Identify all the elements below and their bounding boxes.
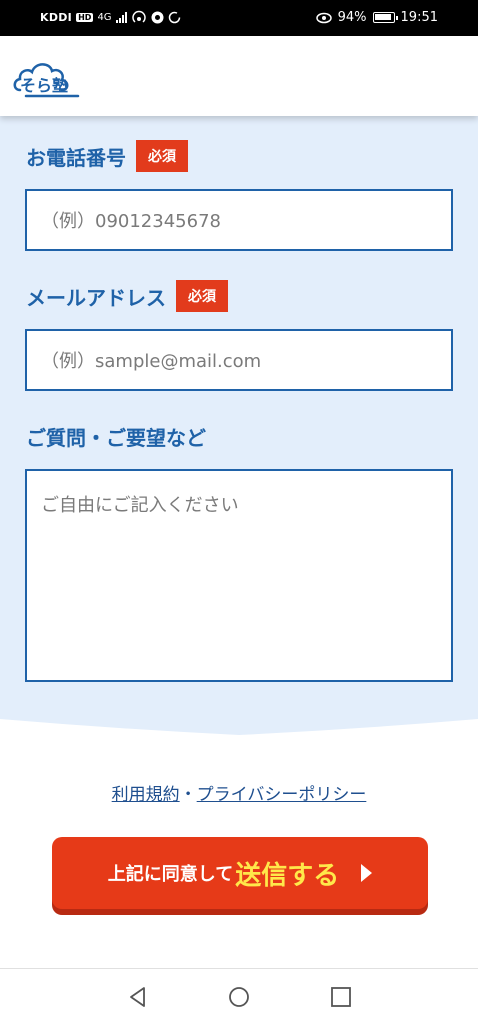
questions-placeholder: ご自由にご記入ください (41, 495, 239, 516)
questions-textarea[interactable]: ご自由にご記入ください (25, 469, 453, 682)
phone-input[interactable]: （例）09012345678 (25, 189, 453, 251)
clock: 19:51 (400, 10, 438, 25)
submit-button[interactable]: 上記に同意して 送信する (52, 837, 428, 909)
phone-label: お電話番号 (26, 145, 126, 170)
recents-icon[interactable] (329, 985, 353, 1009)
section-wave-divider (0, 715, 478, 735)
hotspot-icon (131, 10, 146, 23)
arrow-right-icon (361, 864, 373, 882)
email-label: メールアドレス (26, 285, 166, 310)
email-label-row: メールアドレス 必須 (26, 280, 228, 312)
email-placeholder: （例）sample@mail.com (41, 351, 262, 372)
hd-badge: HD (76, 12, 94, 22)
carrier-label: KDDI (40, 10, 73, 24)
status-left: KDDI HD 4G (40, 10, 181, 24)
status-bar: KDDI HD 4G 94% 19:51 (0, 0, 478, 36)
network-type: 4G (97, 11, 112, 23)
site-header: そら塾 (0, 36, 478, 116)
terms-link[interactable]: 利用規約 (112, 785, 180, 805)
email-input[interactable]: （例）sample@mail.com (25, 329, 453, 391)
logo-text: そら塾 (20, 76, 69, 95)
questions-label: ご質問・ご要望など (26, 426, 206, 450)
phone-label-row: お電話番号 必須 (26, 140, 188, 172)
required-badge: 必須 (176, 280, 228, 312)
phone-placeholder: （例）09012345678 (41, 211, 221, 232)
battery-icon (372, 12, 398, 23)
submit-main-label: 送信する (235, 860, 340, 891)
signal-icon (115, 11, 127, 23)
privacy-policy-link[interactable]: プライバシーポリシー (197, 785, 367, 805)
contact-form: お電話番号 必須 （例）09012345678 メールアドレス 必須 （例）sa… (0, 116, 478, 716)
eye-comfort-icon (315, 12, 332, 23)
sync-icon (168, 11, 180, 23)
battery-percent: 94% (337, 10, 367, 25)
required-badge: 必須 (136, 140, 188, 172)
submit-prefix-label: 上記に同意して (107, 864, 234, 885)
chrome-icon (151, 11, 164, 23)
system-nav-bar (0, 968, 478, 1024)
back-icon[interactable] (126, 985, 150, 1009)
questions-label-row: ご質問・ご要望など (26, 422, 206, 451)
status-right: 94% 19:51 (315, 10, 438, 25)
link-separator: ・ (179, 785, 197, 805)
policy-links: 利用規約・プライバシーポリシー (0, 780, 478, 805)
home-icon[interactable] (227, 985, 251, 1009)
